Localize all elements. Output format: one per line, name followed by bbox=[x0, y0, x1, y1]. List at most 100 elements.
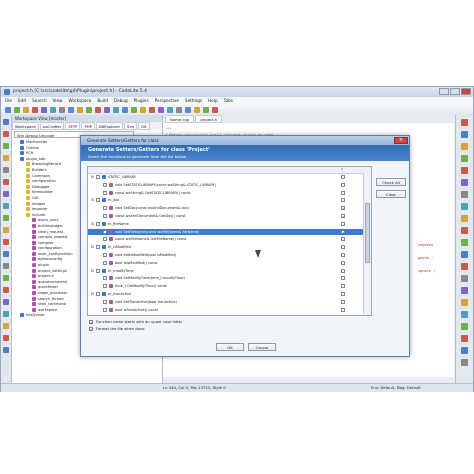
row-checkbox[interactable] bbox=[96, 175, 100, 179]
generate-checkbox[interactable] bbox=[341, 182, 345, 187]
workspace-tab-sftp[interactable]: SFTP bbox=[65, 122, 81, 130]
side-tool-icon[interactable] bbox=[3, 263, 9, 269]
generate-checkbox[interactable]: ✓ bbox=[341, 214, 345, 219]
side-tool-icon[interactable] bbox=[461, 119, 468, 126]
workspace-tab-svn[interactable]: Svn bbox=[124, 122, 138, 130]
side-tool-icon[interactable] bbox=[3, 287, 9, 293]
toolbar-button-icon[interactable] bbox=[131, 107, 137, 113]
toolbar-button-icon[interactable] bbox=[14, 107, 20, 113]
row-checkbox[interactable] bbox=[103, 229, 107, 234]
side-tool-icon[interactable] bbox=[461, 335, 468, 342]
row-checkbox[interactable] bbox=[103, 299, 107, 304]
row-checkbox[interactable] bbox=[103, 190, 107, 195]
side-tool-icon[interactable] bbox=[461, 263, 468, 270]
side-tool-icon[interactable] bbox=[3, 299, 9, 305]
side-tool-icon[interactable] bbox=[3, 143, 9, 149]
workspace-tab-git[interactable]: Git bbox=[138, 122, 150, 130]
function-row[interactable]: void SetModifyTime(time_t modifyTime) bbox=[88, 275, 363, 281]
side-tool-icon[interactable] bbox=[3, 323, 9, 329]
side-tool-icon[interactable] bbox=[3, 251, 9, 257]
toolbar-button-icon[interactable] bbox=[140, 107, 146, 113]
function-row[interactable]: const wxXmlDocument& GetDoc() const ✓ bbox=[88, 213, 363, 219]
member-row[interactable]: ⊟ m_isModified bbox=[88, 244, 363, 250]
dialog-close-icon[interactable]: × bbox=[394, 137, 408, 144]
generate-checkbox[interactable] bbox=[341, 268, 345, 273]
menu-item-perspective[interactable]: Perspective bbox=[155, 97, 179, 105]
toolbar-button-icon[interactable] bbox=[95, 107, 101, 113]
expander-icon[interactable]: ⊟ bbox=[91, 268, 94, 274]
function-row[interactable]: bool IsTranActive() const bbox=[88, 307, 363, 313]
generate-checkbox[interactable] bbox=[341, 175, 345, 179]
side-tool-icon[interactable] bbox=[461, 167, 468, 174]
toolbar-button-icon[interactable] bbox=[185, 107, 191, 113]
functions-list[interactable]: ? ⊟ STATIC_LIBRARY void SetSTATICLIBRARY(c… bbox=[87, 166, 372, 316]
list-scrollbar[interactable] bbox=[363, 173, 371, 315]
expander-icon[interactable]: ⊟ bbox=[91, 221, 94, 227]
toolbar-button-icon[interactable] bbox=[158, 107, 164, 113]
side-tool-icon[interactable] bbox=[3, 239, 9, 245]
generate-checkbox[interactable]: ✓ bbox=[341, 206, 345, 211]
menu-item-debug[interactable]: Debug bbox=[114, 97, 128, 105]
scrollbar-thumb[interactable] bbox=[365, 203, 370, 263]
generate-checkbox[interactable] bbox=[341, 190, 345, 195]
toolbar-button-icon[interactable] bbox=[41, 107, 47, 113]
toolbar-button-icon[interactable] bbox=[50, 107, 56, 113]
toolbar-button-icon[interactable] bbox=[212, 107, 218, 113]
menu-item-search[interactable]: Search bbox=[32, 97, 46, 105]
editor-tab-project-h[interactable]: project.h bbox=[195, 115, 223, 123]
function-row[interactable]: void SetSTATICLIBRARY(const wxString& ST… bbox=[88, 182, 363, 188]
toolbar-button-icon[interactable] bbox=[113, 107, 119, 113]
member-row[interactable]: ⊟ m_modifyTime bbox=[88, 268, 363, 274]
generate-checkbox[interactable]: ✓ bbox=[341, 229, 345, 234]
row-checkbox[interactable] bbox=[103, 307, 107, 312]
function-row[interactable]: void SetFileName(const wxFileName& fileN… bbox=[88, 228, 363, 235]
workspace-tab-php[interactable]: PHP bbox=[81, 122, 95, 130]
cancel-button[interactable]: Cancel bbox=[248, 343, 276, 351]
generate-checkbox[interactable] bbox=[341, 237, 345, 242]
side-tool-icon[interactable] bbox=[3, 119, 9, 125]
menu-item-tabs[interactable]: Tabs bbox=[224, 97, 233, 105]
check-all-button[interactable]: Check All bbox=[376, 178, 406, 186]
side-tool-icon[interactable] bbox=[461, 191, 468, 198]
generate-checkbox[interactable] bbox=[341, 198, 345, 203]
function-row[interactable]: void SetTranActive(bool tranActive) bbox=[88, 299, 363, 305]
format-checkbox[interactable]: ✓ bbox=[89, 327, 93, 332]
generate-checkbox[interactable] bbox=[341, 253, 345, 257]
generate-checkbox[interactable] bbox=[341, 284, 345, 289]
menu-item-workspace[interactable]: Workspace bbox=[68, 97, 91, 105]
generate-checkbox[interactable] bbox=[341, 307, 345, 312]
code-fragment[interactable]: regexes bbox=[418, 243, 433, 247]
row-checkbox[interactable] bbox=[96, 198, 100, 203]
expander-icon[interactable]: ⊟ bbox=[91, 291, 94, 297]
toolbar-button-icon[interactable] bbox=[203, 107, 209, 113]
member-row[interactable]: ⊟ m_tranActive bbox=[88, 291, 363, 297]
side-tool-icon[interactable] bbox=[3, 131, 9, 137]
member-row[interactable]: ⊟ m_doc bbox=[88, 197, 363, 203]
toolbar-button-icon[interactable] bbox=[23, 107, 29, 113]
generate-checkbox[interactable] bbox=[341, 276, 345, 281]
side-tool-icon[interactable] bbox=[461, 179, 468, 186]
function-row[interactable]: time_t GetModifyTime() const bbox=[88, 283, 363, 289]
side-tool-icon[interactable] bbox=[3, 335, 9, 341]
side-tool-icon[interactable] bbox=[461, 311, 468, 318]
close-button[interactable] bbox=[461, 88, 471, 95]
menu-item-settings[interactable]: Settings bbox=[185, 97, 202, 105]
function-row[interactable]: void SetDoc(const wxXmlDocument& doc) ✓ bbox=[88, 205, 363, 211]
uppercase-checkbox[interactable]: ✓ bbox=[89, 320, 93, 325]
side-tool-icon[interactable] bbox=[461, 299, 468, 306]
function-row[interactable]: const wxFileName& GetFileName() const bbox=[88, 236, 363, 242]
row-checkbox[interactable] bbox=[103, 206, 107, 211]
option-format[interactable]: ✓ Format the file when done bbox=[89, 327, 145, 332]
toolbar-button-icon[interactable] bbox=[122, 107, 128, 113]
toolbar-button-icon[interactable] bbox=[167, 107, 173, 113]
menu-item-file[interactable]: File bbox=[5, 97, 12, 105]
toolbar-button-icon[interactable] bbox=[5, 107, 11, 113]
toolbar-button-icon[interactable] bbox=[32, 107, 38, 113]
row-checkbox[interactable] bbox=[96, 245, 100, 250]
side-tool-icon[interactable] bbox=[3, 179, 9, 185]
expander-icon[interactable]: ⊟ bbox=[91, 197, 94, 203]
menu-item-build[interactable]: Build bbox=[97, 97, 108, 105]
maximize-button[interactable] bbox=[450, 88, 460, 95]
menu-item-edit[interactable]: Edit bbox=[18, 97, 26, 105]
function-row[interactable]: const wxString& GetSTATICLIBRARY() const bbox=[88, 190, 363, 196]
